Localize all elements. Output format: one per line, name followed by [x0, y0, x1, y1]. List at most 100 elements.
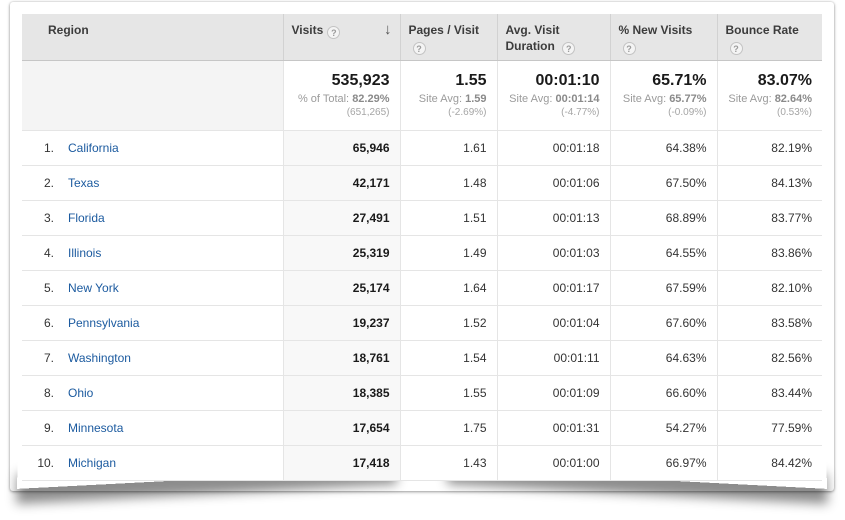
rank-label: 6.: [30, 316, 54, 330]
sort-descending-icon[interactable]: ↓: [384, 22, 392, 38]
summary-bounce-value: 83.07%: [726, 70, 813, 92]
region-cell: 4.Illinois: [22, 235, 283, 270]
table-row: 6. Pennsylvania 19,237 1.52 00:01:04 67.6…: [22, 305, 822, 340]
table-row: 1.California 65,946 1.61 00:01:18 64.38%…: [22, 130, 822, 165]
pct-new-visits-cell: 66.97%: [610, 445, 717, 480]
rank-label: 7.: [30, 351, 54, 365]
summary-duration-value: 00:01:10: [506, 70, 600, 92]
rank-label: 1.: [30, 141, 54, 155]
help-icon[interactable]: ?: [413, 42, 426, 55]
summary-bounce-avg: Site Avg: 82.64%: [726, 92, 813, 106]
column-label-pages-per-visit: Pages / Visit ?: [409, 23, 479, 53]
summary-row: 535,923 % of Total: 82.29% (651,265) 1.5…: [22, 60, 822, 130]
bounce-rate-cell: 83.86%: [717, 235, 822, 270]
summary-duration-delta: (-4.77%): [506, 106, 600, 119]
avg-visit-duration-cell: 00:01:00: [497, 445, 610, 480]
pct-new-visits-cell: 64.38%: [610, 130, 717, 165]
column-header-region[interactable]: Region: [22, 14, 283, 60]
pages-per-visit-cell: 1.75: [400, 410, 497, 445]
region-cell: 10. Michigan: [22, 445, 283, 480]
bounce-rate-cell: 83.44%: [717, 375, 822, 410]
table-row: 7.Washington 18,761 1.54 00:01:11 64.63%…: [22, 340, 822, 375]
bounce-rate-cell: 82.19%: [717, 130, 822, 165]
visits-cell: 25,319: [283, 235, 400, 270]
summary-pages-delta: (-2.69%): [409, 106, 487, 119]
avg-visit-duration-cell: 00:01:09: [497, 375, 610, 410]
pages-per-visit-cell: 1.52: [400, 305, 497, 340]
region-link[interactable]: Texas: [68, 176, 99, 190]
region-link[interactable]: Pennsylvania: [68, 316, 139, 330]
avg-visit-duration-cell: 00:01:06: [497, 165, 610, 200]
avg-visit-duration-cell: 00:01:31: [497, 410, 610, 445]
pages-per-visit-cell: 1.55: [400, 375, 497, 410]
column-header-visits[interactable]: Visits? ↓: [283, 14, 400, 60]
column-header-pct-new-visits[interactable]: % New Visits ?: [610, 14, 717, 60]
region-link[interactable]: New York: [68, 281, 119, 295]
table-row: 10.Michigan 17,418 1.43 00:01:00 66.97% …: [22, 445, 822, 480]
avg-visit-duration-cell: 00:01:04: [497, 305, 610, 340]
summary-new-visits-avg: Site Avg: 65.77%: [619, 92, 707, 106]
pages-per-visit-cell: 1.49: [400, 235, 497, 270]
summary-visits-value: 535,923: [292, 70, 390, 92]
region-link[interactable]: California: [68, 141, 119, 155]
bounce-rate-cell: 83.77%: [717, 200, 822, 235]
visits-cell: 19,237: [283, 305, 400, 340]
region-cell: 8. Ohio: [22, 375, 283, 410]
table-row: 4.Illinois 25,319 1.49 00:01:03 64.55% 8…: [22, 235, 822, 270]
column-header-pages-per-visit[interactable]: Pages / Visit ?: [400, 14, 497, 60]
help-icon[interactable]: ?: [623, 42, 636, 55]
pct-new-visits-cell: 66.60%: [610, 375, 717, 410]
summary-bounce-delta: (0.53%): [726, 106, 813, 119]
rank-label: 8.: [30, 386, 54, 400]
help-icon[interactable]: ?: [562, 42, 575, 55]
summary-visits-cell: 535,923 % of Total: 82.29% (651,265): [283, 60, 400, 130]
summary-pages-cell: 1.55 Site Avg: 1.59 (-2.69%): [400, 60, 497, 130]
region-cell: 9.Minnesota: [22, 410, 283, 445]
column-header-bounce-rate[interactable]: Bounce Rate ?: [717, 14, 822, 60]
rank-label: 3.: [30, 211, 54, 225]
column-label-region: Region: [48, 23, 89, 37]
help-icon[interactable]: ?: [730, 42, 743, 55]
region-link[interactable]: Michigan: [68, 456, 116, 470]
table-row: 9.Minnesota 17,654 1.75 00:01:31 54.27% …: [22, 410, 822, 445]
avg-visit-duration-cell: 00:01:03: [497, 235, 610, 270]
region-link[interactable]: Washington: [68, 351, 131, 365]
summary-visits-avg: % of Total: 82.29%: [292, 92, 390, 106]
avg-visit-duration-cell: 00:01:13: [497, 200, 610, 235]
summary-pages-value: 1.55: [409, 70, 487, 92]
visits-cell: 25,174: [283, 270, 400, 305]
bounce-rate-cell: 84.42%: [717, 445, 822, 480]
pct-new-visits-cell: 54.27%: [610, 410, 717, 445]
summary-duration-cell: 00:01:10 Site Avg: 00:01:14 (-4.77%): [497, 60, 610, 130]
region-link[interactable]: Illinois: [68, 246, 101, 260]
table-row: 8.Ohio 18,385 1.55 00:01:09 66.60% 83.44…: [22, 375, 822, 410]
regions-table: Region Visits? ↓ Pages / Visit ? Avg. Vi…: [22, 14, 822, 481]
region-link[interactable]: Minnesota: [68, 421, 123, 435]
region-link[interactable]: Florida: [68, 211, 105, 225]
column-header-avg-visit-duration[interactable]: Avg. Visit Duration ?: [497, 14, 610, 60]
pct-new-visits-cell: 64.55%: [610, 235, 717, 270]
summary-bounce-cell: 83.07% Site Avg: 82.64% (0.53%): [717, 60, 822, 130]
rank-label: 10.: [30, 456, 54, 470]
column-label-pct-new-visits: % New Visits ?: [619, 23, 693, 53]
column-label-bounce-rate: Bounce Rate ?: [726, 23, 799, 53]
report-card: Region Visits? ↓ Pages / Visit ? Avg. Vi…: [10, 2, 834, 491]
region-link[interactable]: Ohio: [68, 386, 93, 400]
pct-new-visits-cell: 67.50%: [610, 165, 717, 200]
page: Region Visits? ↓ Pages / Visit ? Avg. Vi…: [0, 0, 845, 520]
avg-visit-duration-cell: 00:01:17: [497, 270, 610, 305]
bounce-rate-cell: 84.13%: [717, 165, 822, 200]
pages-per-visit-cell: 1.54: [400, 340, 497, 375]
avg-visit-duration-cell: 00:01:11: [497, 340, 610, 375]
summary-new-visits-cell: 65.71% Site Avg: 65.77% (-0.09%): [610, 60, 717, 130]
visits-cell: 42,171: [283, 165, 400, 200]
bounce-rate-cell: 77.59%: [717, 410, 822, 445]
pct-new-visits-cell: 67.60%: [610, 305, 717, 340]
rank-label: 5.: [30, 281, 54, 295]
region-cell: 1. California: [22, 130, 283, 165]
bounce-rate-cell: 82.56%: [717, 340, 822, 375]
pages-per-visit-cell: 1.64: [400, 270, 497, 305]
visits-cell: 27,491: [283, 200, 400, 235]
pct-new-visits-cell: 64.63%: [610, 340, 717, 375]
help-icon[interactable]: ?: [327, 26, 340, 39]
